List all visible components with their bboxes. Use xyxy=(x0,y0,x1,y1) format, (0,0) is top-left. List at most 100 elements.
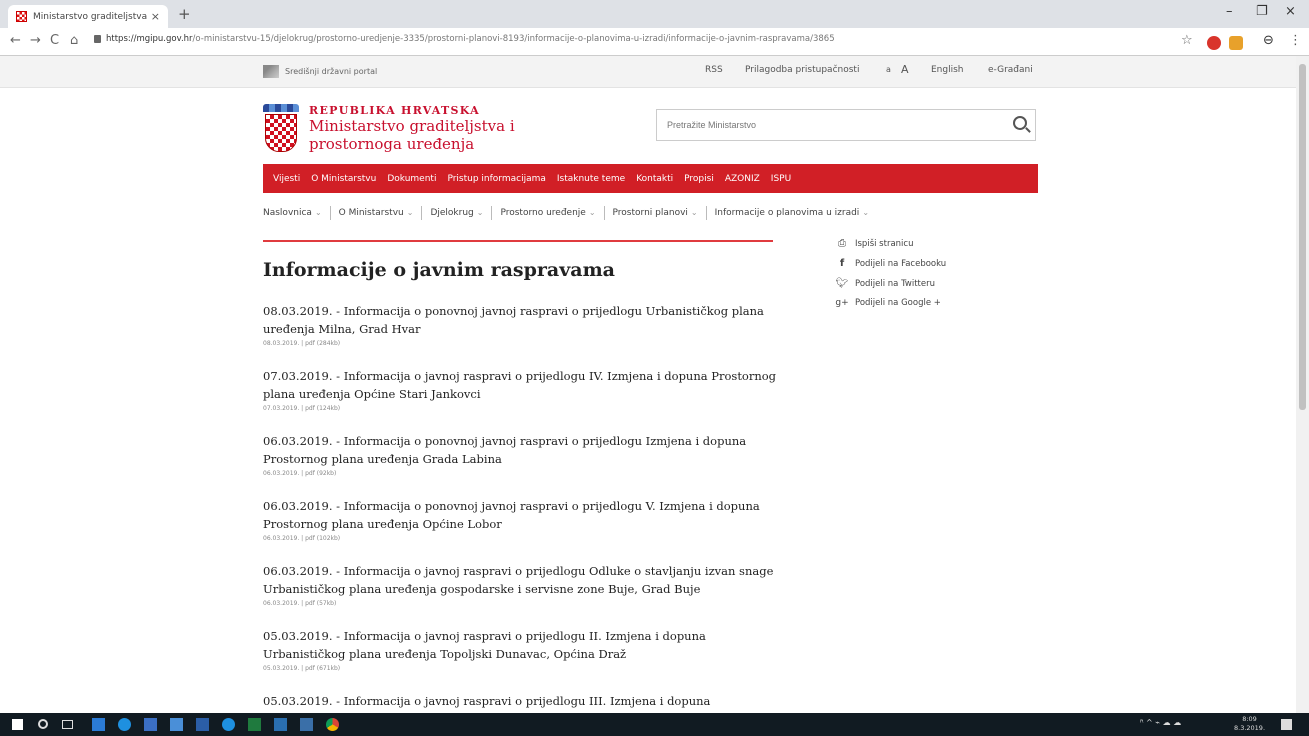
search-icon[interactable] xyxy=(1013,116,1027,130)
nav-propisi[interactable]: Propisi xyxy=(684,174,714,184)
lock-icon[interactable] xyxy=(94,35,101,43)
item-link[interactable]: 05.03.2019. - Informacija o javnoj raspr… xyxy=(263,692,783,710)
font-small-button[interactable]: a xyxy=(886,65,891,74)
nav-o-ministarstvu[interactable]: O Ministarstvu xyxy=(311,174,376,184)
share-google-link[interactable]: g+ Podijeli na Google + xyxy=(835,298,946,308)
breadcrumb-item[interactable]: O Ministarstvu ⌄ xyxy=(339,208,414,218)
tab-close-icon[interactable]: × xyxy=(151,10,160,23)
font-large-button[interactable]: A xyxy=(901,63,909,76)
portal-label: Središnji državni portal xyxy=(285,67,378,76)
nav-vijesti[interactable]: Vijesti xyxy=(273,174,300,184)
brand-ministry-line2: prostornoga uređenja xyxy=(309,135,475,153)
printer-icon: ⎙ xyxy=(838,238,846,249)
app-icon[interactable] xyxy=(274,718,287,731)
list-item[interactable]: 06.03.2019. - Informacija o ponovnoj jav… xyxy=(263,497,783,542)
chevron-down-icon: ⌄ xyxy=(406,208,414,217)
nav-istaknute-teme[interactable]: Istaknute teme xyxy=(557,174,625,184)
breadcrumb-item[interactable]: Djelokrug ⌄ xyxy=(430,208,483,218)
english-link[interactable]: English xyxy=(931,65,964,75)
extension-icon[interactable] xyxy=(1229,36,1243,50)
list-item[interactable]: 08.03.2019. - Informacija o ponovnoj jav… xyxy=(263,302,783,347)
app-icon[interactable] xyxy=(170,718,183,731)
portal-link[interactable]: Središnji državni portal xyxy=(263,65,377,78)
reload-icon[interactable]: C xyxy=(50,33,59,48)
url-host: https://mgipu.gov.hr xyxy=(106,34,193,44)
browser-tab[interactable]: Ministarstvo graditeljstva i prost × xyxy=(8,5,168,28)
breadcrumb-item[interactable]: Prostorno uređenje ⌄ xyxy=(500,208,595,218)
chevron-down-icon: ⌄ xyxy=(314,208,322,217)
rss-link[interactable]: RSS xyxy=(705,65,723,75)
close-window-button[interactable]: × xyxy=(1285,4,1296,19)
list-item[interactable]: 06.03.2019. - Informacija o ponovnoj jav… xyxy=(263,432,783,477)
site-favicon-icon xyxy=(16,11,27,22)
breadcrumb-item[interactable]: Informacije o planovima u izradi ⌄ xyxy=(715,208,869,218)
announcement-list: 08.03.2019. - Informacija o ponovnoj jav… xyxy=(263,302,783,713)
new-tab-button[interactable]: + xyxy=(178,5,191,23)
page-scrollbar[interactable] xyxy=(1296,56,1309,713)
word-icon[interactable] xyxy=(196,718,209,731)
mail-icon[interactable] xyxy=(144,718,157,731)
ministry-brand[interactable]: REPUBLIKA HRVATSKA Ministarstvo graditel… xyxy=(263,104,515,154)
task-view-icon[interactable] xyxy=(62,720,73,729)
list-item[interactable]: 05.03.2019. - Informacija o javnoj raspr… xyxy=(263,692,783,710)
breadcrumb-item[interactable]: Prostorni planovi ⌄ xyxy=(613,208,698,218)
browser-menu-icon[interactable]: ⋮ xyxy=(1289,33,1302,48)
windows-start-icon[interactable] xyxy=(12,719,23,730)
excel-icon[interactable] xyxy=(248,718,261,731)
accessibility-link[interactable]: Prilagodba pristupačnosti xyxy=(745,65,859,75)
bookmark-star-icon[interactable]: ☆ xyxy=(1181,33,1193,48)
profile-icon[interactable]: ⊖ xyxy=(1263,33,1274,48)
print-page-link[interactable]: ⎙ Ispiši stranicu xyxy=(835,238,946,249)
nav-azoniz[interactable]: AZONIZ xyxy=(725,174,760,184)
item-link[interactable]: 06.03.2019. - Informacija o ponovnoj jav… xyxy=(263,497,783,533)
minimize-button[interactable]: – xyxy=(1226,4,1233,19)
restore-button[interactable]: ❐ xyxy=(1256,4,1268,19)
item-link[interactable]: 07.03.2019. - Informacija o javnoj raspr… xyxy=(263,367,783,403)
forward-arrow-icon[interactable]: → xyxy=(30,33,41,48)
url-field[interactable]: https://mgipu.gov.hr/o-ministarstvu-15/d… xyxy=(106,34,966,44)
chevron-down-icon: ⌄ xyxy=(862,208,870,217)
extension-adblock-icon[interactable] xyxy=(1207,36,1221,50)
e-gradjani-link[interactable]: e-Građani xyxy=(988,65,1033,75)
search-icon[interactable] xyxy=(38,719,48,729)
item-meta: 06.03.2019. | pdf (57kb) xyxy=(263,600,337,607)
internet-explorer-icon[interactable] xyxy=(222,718,235,731)
twitter-icon: 🐦︎ xyxy=(835,278,849,289)
item-link[interactable]: 08.03.2019. - Informacija o ponovnoj jav… xyxy=(263,302,783,338)
list-item[interactable]: 07.03.2019. - Informacija o javnoj raspr… xyxy=(263,367,783,412)
item-link[interactable]: 06.03.2019. - Informacija o ponovnoj jav… xyxy=(263,432,783,468)
back-arrow-icon[interactable]: ← xyxy=(10,33,21,48)
page-viewport: Središnji državni portal RSS Prilagodba … xyxy=(0,56,1296,713)
share-facebook-link[interactable]: f Podijeli na Facebooku xyxy=(835,258,946,269)
list-item[interactable]: 06.03.2019. - Informacija o javnoj raspr… xyxy=(263,562,783,607)
share-twitter-link[interactable]: 🐦︎ Podijeli na Twitteru xyxy=(835,278,946,289)
brand-ministry-line1: Ministarstvo graditeljstva i xyxy=(309,117,515,135)
nav-pristup-informacijama[interactable]: Pristup informacijama xyxy=(447,174,545,184)
app-icon[interactable] xyxy=(300,718,313,731)
share-panel: ⎙ Ispiši stranicu f Podijeli na Facebook… xyxy=(835,238,946,317)
edge-icon[interactable] xyxy=(118,718,131,731)
system-tray[interactable]: ᴿ ^ ⌁ ☁ ☁ xyxy=(1140,718,1181,727)
chrome-icon[interactable] xyxy=(326,718,339,731)
taskbar-clock[interactable]: 8:09 8.3.2019. xyxy=(1234,715,1265,733)
item-meta: 08.03.2019. | pdf (284kb) xyxy=(263,340,341,347)
chevron-down-icon: ⌄ xyxy=(476,208,484,217)
print-label: Ispiši stranicu xyxy=(855,238,914,249)
list-item[interactable]: 05.03.2019. - Informacija o javnoj raspr… xyxy=(263,627,783,672)
address-bar-row: ← → C ⌂ https://mgipu.gov.hr/o-ministars… xyxy=(0,28,1309,56)
outlook-icon[interactable] xyxy=(92,718,105,731)
nav-ispu[interactable]: ISPU xyxy=(771,174,791,184)
tab-title: Ministarstvo graditeljstva i prost xyxy=(33,11,147,22)
item-link[interactable]: 06.03.2019. - Informacija o javnoj raspr… xyxy=(263,562,783,598)
title-divider xyxy=(263,240,773,242)
search-box xyxy=(656,109,1036,141)
item-link[interactable]: 05.03.2019. - Informacija o javnoj raspr… xyxy=(263,627,783,663)
search-input[interactable] xyxy=(657,110,997,140)
nav-kontakti[interactable]: Kontakti xyxy=(636,174,673,184)
home-icon[interactable]: ⌂ xyxy=(70,33,78,48)
notifications-icon[interactable] xyxy=(1281,719,1292,730)
breadcrumb-item[interactable]: Naslovnica ⌄ xyxy=(263,208,322,218)
nav-dokumenti[interactable]: Dokumenti xyxy=(387,174,436,184)
scrollbar-thumb[interactable] xyxy=(1299,64,1306,410)
portal-logo-icon xyxy=(263,65,279,78)
